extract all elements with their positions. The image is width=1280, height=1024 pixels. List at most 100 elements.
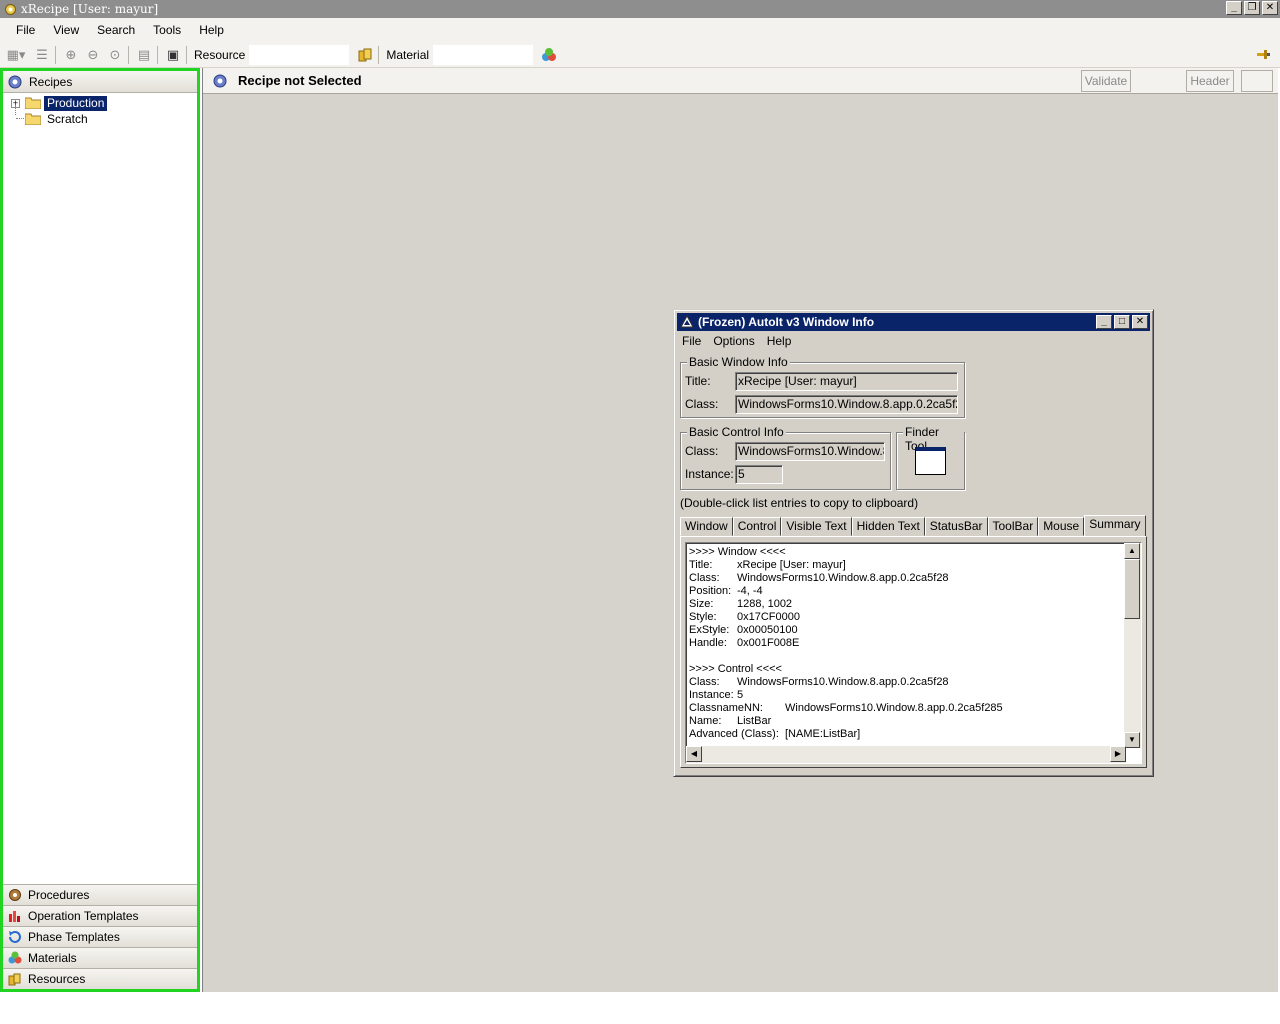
toolbar-separator	[157, 45, 158, 64]
finder-tool-group: Finder Tool	[896, 425, 965, 490]
summary-key: Class:	[689, 572, 720, 584]
summary-key: Instance:	[689, 689, 734, 701]
nav-procedures[interactable]: Procedures	[3, 884, 197, 905]
summary-line[interactable]: Instance: 5	[689, 689, 743, 701]
autoit-close-button[interactable]: ✕	[1132, 315, 1148, 329]
report-icon[interactable]: ▣	[163, 45, 183, 65]
menu-tools[interactable]: Tools	[143, 23, 189, 37]
summary-value: xRecipe [User: mayur]	[737, 559, 846, 571]
autoit-maximize-button[interactable]: □	[1114, 315, 1130, 329]
resource-field[interactable]	[249, 44, 350, 65]
tab-visible-text[interactable]: Visible Text	[781, 517, 852, 536]
window-class-field[interactable]: WindowsForms10.Window.8.app.0.2ca5f28	[735, 395, 958, 414]
summary-key: Position:	[689, 585, 732, 597]
summary-line[interactable]: Class: WindowsForms10.Window.8.app.0.2ca5…	[689, 572, 949, 584]
summary-line[interactable]: >>>> Window <<<<	[689, 546, 786, 558]
nav-phase-templates[interactable]: Phase Templates	[3, 926, 197, 947]
menu-search[interactable]: Search	[87, 23, 143, 37]
summary-line[interactable]: Advanced (Class): [NAME:ListBar]	[689, 728, 860, 740]
instance-field[interactable]: 5	[735, 465, 783, 484]
autoit-tabs: Window Control Visible Text Hidden Text …	[680, 515, 1146, 536]
window-title-field[interactable]: xRecipe [User: mayur]	[735, 372, 958, 391]
autoit-menu-file[interactable]: File	[682, 334, 701, 348]
title-label: Title:	[685, 374, 711, 388]
zoom-fit-icon[interactable]: ⊙	[105, 45, 125, 65]
scroll-right-icon[interactable]: ▶	[1110, 746, 1126, 762]
tab-window[interactable]: Window	[680, 517, 733, 536]
tab-statusbar[interactable]: StatusBar	[924, 517, 988, 536]
finder-tool-icon[interactable]	[915, 447, 946, 475]
nav-operation-templates[interactable]: Operation Templates	[3, 905, 197, 926]
nav-materials[interactable]: Materials	[3, 947, 197, 968]
scroll-left-icon[interactable]: ◀	[686, 746, 702, 762]
validate-button[interactable]: Validate	[1081, 70, 1131, 92]
nav-resources[interactable]: Resources	[3, 968, 197, 989]
tree-label[interactable]: Scratch	[44, 112, 91, 127]
layout-dropdown-icon[interactable]: ▦▾	[2, 45, 30, 65]
summary-value: 5	[737, 689, 744, 701]
tab-hidden-text[interactable]: Hidden Text	[851, 517, 925, 536]
summary-list[interactable]: >>>> Window <<<< Title: xRecipe [User: may…	[685, 542, 1142, 764]
summary-line[interactable]: Size: 1288, 1002	[689, 598, 792, 610]
tab-control[interactable]: Control	[732, 517, 782, 536]
close-button[interactable]: ✕	[1262, 1, 1278, 15]
autoit-minimize-button[interactable]: _	[1096, 315, 1112, 329]
list-icon[interactable]: ☰	[32, 45, 52, 65]
recipes-header-label: Recipes	[29, 74, 73, 89]
resources-icon	[6, 971, 24, 987]
window-title: xRecipe [User: mayur]	[21, 2, 159, 16]
zoom-in-icon[interactable]: ⊕	[61, 45, 81, 65]
control-class-field[interactable]: WindowsForms10.Window.8.a	[735, 442, 885, 461]
pin-icon[interactable]	[1256, 47, 1270, 64]
app-icon	[3, 2, 17, 16]
tab-summary[interactable]: Summary	[1084, 515, 1146, 536]
tree-item-scratch[interactable]: Scratch	[3, 105, 197, 127]
summary-line[interactable]: Title: xRecipe [User: mayur]	[689, 559, 846, 571]
header-button[interactable]: Header	[1186, 70, 1234, 92]
autoit-menu-help[interactable]: Help	[767, 334, 792, 348]
tab-mouse[interactable]: Mouse	[1038, 517, 1085, 536]
restore-button[interactable]: ❐	[1244, 1, 1260, 15]
extra-button[interactable]	[1241, 70, 1273, 92]
summary-key: Name:	[689, 715, 722, 727]
toolbar-separator	[128, 45, 129, 64]
autoit-menu-options[interactable]: Options	[713, 334, 754, 348]
toolbar: ▦▾ ☰ ⊕ ⊖ ⊙ ▤ ▣ Resource Material	[0, 42, 1280, 68]
summary-line[interactable]: Name: ListBar	[689, 715, 771, 727]
material-icon[interactable]	[539, 45, 559, 65]
tree-label[interactable]: Production	[44, 95, 108, 111]
tab-toolbar[interactable]: ToolBar	[987, 517, 1039, 536]
grid-icon[interactable]: ▤	[134, 45, 154, 65]
procedures-icon	[6, 887, 24, 903]
summary-line[interactable]: ClassnameNN: WindowsForms10.Window.8.app.…	[689, 702, 1003, 714]
tree-line	[16, 118, 24, 119]
zoom-out-icon[interactable]: ⊖	[83, 45, 103, 65]
summary-line[interactable]: Handle: 0x001F008E	[689, 637, 799, 649]
scroll-down-icon[interactable]: ▼	[1124, 732, 1140, 748]
folder-icon	[24, 97, 42, 110]
summary-key: Style:	[689, 611, 717, 623]
summary-line[interactable]: >>>> Control <<<<	[689, 663, 782, 675]
resource-icon[interactable]	[355, 45, 375, 65]
scroll-thumb[interactable]	[1124, 559, 1140, 619]
toolbar-separator	[378, 45, 380, 64]
summary-key: Size:	[689, 598, 714, 610]
summary-line[interactable]: Position: -4, -4	[689, 585, 763, 597]
summary-line[interactable]: ExStyle: 0x00050100	[689, 624, 798, 636]
menu-help[interactable]: Help	[189, 23, 232, 37]
summary-value: 0x17CF0000	[737, 611, 800, 623]
material-field[interactable]	[433, 44, 534, 65]
nav-label: Procedures	[28, 888, 90, 902]
horizontal-scrollbar[interactable]: ◀ ▶	[686, 746, 1126, 763]
group-title: Basic Window Info	[687, 355, 790, 369]
tree-item-production[interactable]: + Production	[3, 95, 197, 111]
menu-file[interactable]: File	[0, 23, 43, 37]
vertical-scrollbar[interactable]: ▲ ▼	[1124, 543, 1141, 748]
summary-value: ListBar	[737, 715, 772, 727]
summary-line[interactable]: Style: 0x17CF0000	[689, 611, 800, 623]
menu-view[interactable]: View	[43, 23, 87, 37]
summary-line[interactable]: Class: WindowsForms10.Window.8.app.0.2ca5…	[689, 676, 949, 688]
recipes-header[interactable]: Recipes	[3, 71, 197, 93]
scroll-up-icon[interactable]: ▲	[1124, 543, 1140, 559]
minimize-button[interactable]: _	[1226, 1, 1242, 15]
